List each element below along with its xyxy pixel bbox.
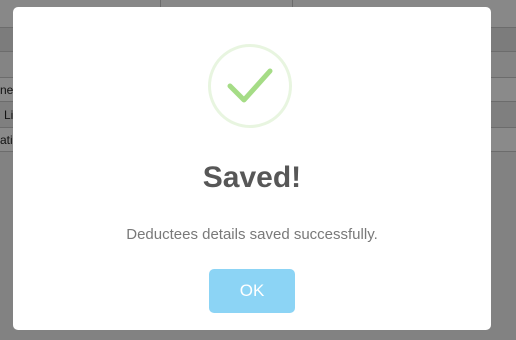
checkmark-icon — [227, 68, 273, 103]
dialog-message: Deductees details saved successfully. — [126, 226, 378, 243]
success-check-icon — [208, 44, 292, 128]
dialog-title: Saved! — [202, 161, 302, 194]
ok-button[interactable]: OK — [209, 269, 295, 313]
success-dialog: Saved! Deductees details saved successfu… — [13, 7, 491, 330]
